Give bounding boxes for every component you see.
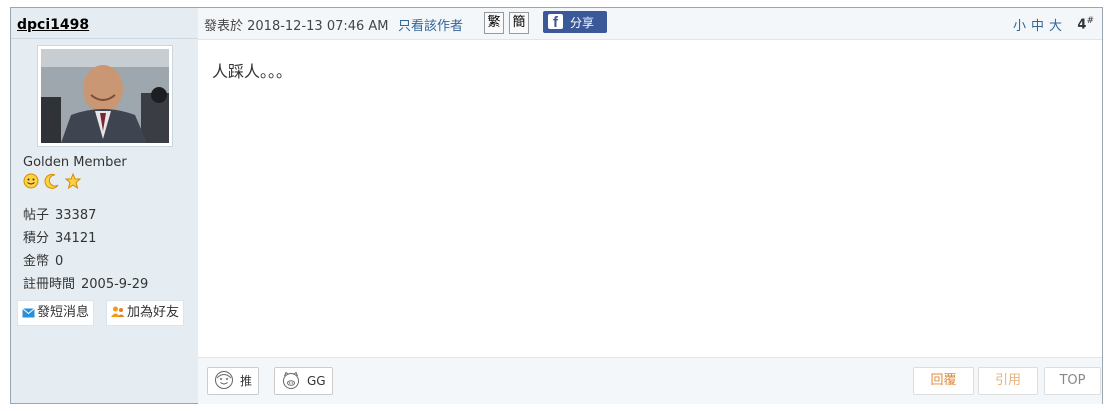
stat-register-label: 註冊時間 [23,277,76,292]
send-message-button[interactable]: 發短消息 [17,300,95,326]
avatar-image [41,49,169,143]
quote-button[interactable]: 引用 [978,367,1038,395]
gg-vote-button[interactable]: GG [274,367,333,395]
stat-posts: 帖子 33387 [23,204,96,223]
happy-face-icon [215,371,233,389]
traditional-chinese-button[interactable]: 繁 [484,12,504,34]
share-label: 分享 [570,16,595,30]
floor-number[interactable]: 4# [1077,16,1094,32]
gg-vote-label: GG [307,374,326,388]
avatar[interactable] [37,45,173,147]
post-container: dpci1498 Golden Member 帖子 33387 積分 34121… [10,7,1103,404]
stat-register-date: 註冊時間 2005-9-29 [23,273,148,292]
username-link[interactable]: dpci1498 [17,17,89,33]
font-size-large[interactable]: 大 [1049,19,1062,34]
font-size-selector: 小中大 [1008,15,1062,34]
star-icon [64,172,82,190]
top-button[interactable]: TOP [1044,367,1101,395]
push-vote-button[interactable]: 推 [207,367,260,395]
envelope-icon [22,308,35,318]
post-content: 人踩人。。。 [212,62,293,81]
post-timestamp: 發表於 2018-12-13 07:46 AM [204,19,389,34]
pig-face-icon [283,371,299,389]
stat-points-value: 34121 [55,231,97,246]
stat-coins: 金幣 0 [23,250,63,269]
stat-points-label: 積分 [23,231,50,246]
stat-posts-label: 帖子 [23,208,50,223]
post-main: 發表於 2018-12-13 07:46 AM 只看該作者 繁 簡 f 分享 小… [198,8,1102,404]
sidebar-divider [11,38,198,39]
simplified-chinese-button[interactable]: 簡 [509,12,529,34]
moon-icon [44,173,59,189]
stat-register-value: 2005-9-29 [81,277,149,292]
stat-points: 積分 34121 [23,227,96,246]
facebook-share-button[interactable]: f 分享 [543,11,607,33]
rank-icons [23,172,82,191]
push-vote-label: 推 [240,374,253,388]
post-header: 發表於 2018-12-13 07:46 AM 只看該作者 繁 簡 f 分享 小… [198,8,1102,40]
author-sidebar: dpci1498 Golden Member 帖子 33387 積分 34121… [11,8,198,403]
floor-number-suffix: # [1086,16,1094,26]
reply-button[interactable]: 回覆 [913,367,974,395]
font-size-medium[interactable]: 中 [1031,19,1044,34]
author-only-link[interactable]: 只看該作者 [398,15,463,34]
post-footer: 推 GG 回覆 引用 TOP [198,357,1102,404]
user-rank: Golden Member [23,155,127,170]
friends-icon [111,306,125,317]
add-friend-button[interactable]: 加為好友 [106,300,185,326]
font-size-small[interactable]: 小 [1013,19,1026,34]
smiley-icon [23,173,39,189]
add-friend-label: 加為好友 [127,305,180,320]
stat-coins-label: 金幣 [23,254,50,269]
stat-posts-value: 33387 [55,208,97,223]
send-message-label: 發短消息 [37,305,90,320]
facebook-icon: f [548,14,563,31]
stat-coins-value: 0 [55,254,64,269]
